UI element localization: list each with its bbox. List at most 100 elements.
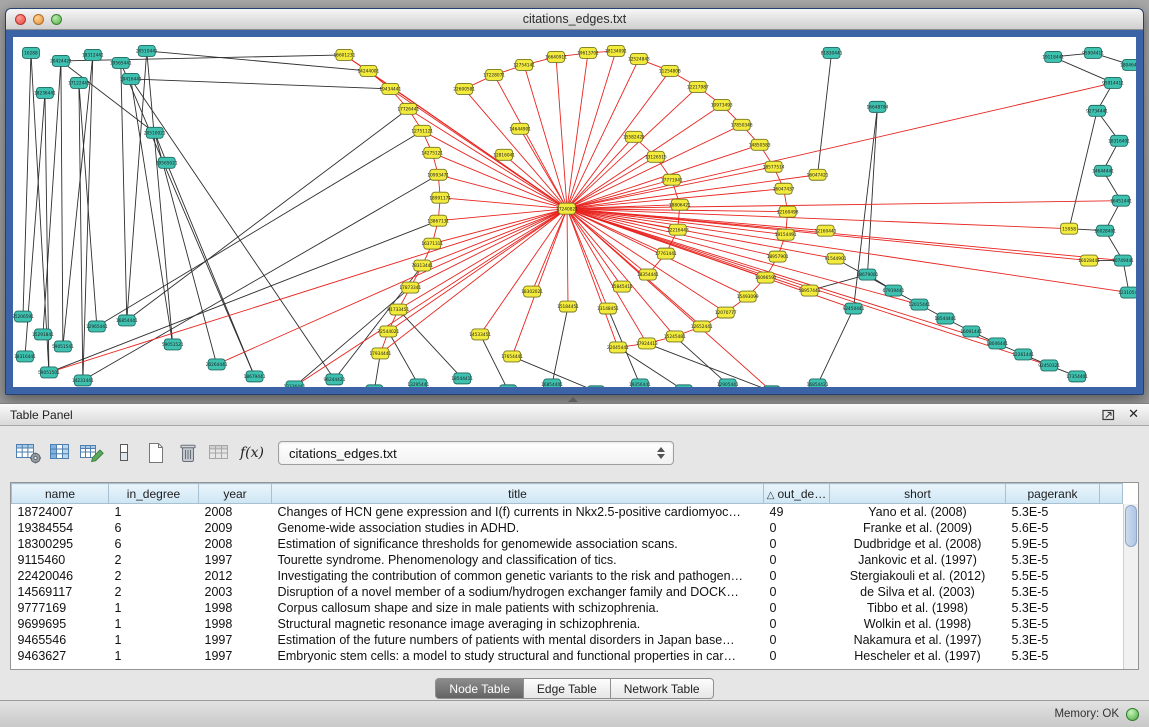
network-hub-node[interactable]: 17240821 (556, 203, 578, 214)
delete-button[interactable] (172, 438, 204, 468)
network-node[interactable]: 20264441 (206, 359, 228, 370)
network-node[interactable]: 17924413 (636, 338, 658, 349)
table-row[interactable]: 969969511998Structural magnetic resonanc… (12, 616, 1123, 632)
network-node[interactable]: 19613701 (577, 47, 599, 58)
table-row[interactable]: 1872400712008Changes of HCN gene express… (12, 504, 1123, 521)
network-node[interactable]: 18354441 (637, 269, 659, 280)
network-node[interactable]: 20510441 (136, 45, 158, 56)
network-node[interactable]: 17122441 (68, 77, 90, 88)
network-node[interactable]: 25206591 (13, 311, 34, 322)
network-node[interactable]: 67919441 (883, 285, 905, 296)
rows-button[interactable] (108, 438, 140, 468)
network-node[interactable]: 12524843 (628, 53, 650, 64)
network-node[interactable]: 16648794 (867, 101, 889, 112)
network-node[interactable]: 22600581 (453, 83, 475, 94)
table-row[interactable]: 911546021997Tourette syndrome. Phenomeno… (12, 552, 1123, 568)
network-node[interactable]: 12965441 (86, 321, 108, 332)
network-node[interactable]: 14231441 (72, 375, 94, 386)
network-node[interactable]: 18316401 (1108, 135, 1130, 146)
network-node[interactable]: 13295441 (407, 379, 429, 387)
table-scrollbar[interactable] (1123, 504, 1138, 669)
network-node[interactable]: 14850583 (749, 139, 771, 150)
network-node[interactable]: 17228071 (483, 69, 505, 80)
network-node[interactable]: 16854441 (116, 315, 138, 326)
network-node[interactable]: 17654441 (501, 351, 523, 362)
network-node[interactable]: 59051521 (162, 339, 184, 350)
network-node[interactable]: 58957441 (799, 285, 821, 296)
table-row[interactable]: 1830029562008Estimation of significance … (12, 536, 1123, 552)
network-node[interactable]: 12336441 (284, 381, 306, 387)
close-panel-icon[interactable]: ✕ (1128, 407, 1139, 422)
network-node[interactable]: 15958 (1061, 223, 1078, 234)
column-header-in_degree[interactable]: in_degree (109, 484, 199, 504)
network-node[interactable]: 19118441 (1042, 51, 1064, 62)
network-node[interactable]: 18544441 (934, 313, 956, 324)
network-node[interactable]: 16601231 (334, 49, 356, 60)
column-header-title[interactable]: title (272, 484, 764, 504)
network-node[interactable]: 17354441 (363, 385, 385, 387)
network-node[interactable]: 18046401 (1120, 59, 1136, 70)
network-node[interactable]: 16371311 (421, 238, 443, 249)
network-node[interactable]: 12816041 (493, 149, 515, 160)
network-node[interactable]: 13867131 (427, 215, 449, 226)
network-node[interactable]: 18544411 (451, 373, 473, 384)
network-node[interactable]: 18302021 (521, 286, 543, 297)
network-canvas[interactable]: 1724082112524843112548081221798710973493… (13, 37, 1136, 387)
column-header-year[interactable]: year (199, 484, 272, 504)
network-node[interactable]: 95904411 (1082, 47, 1104, 58)
table-row[interactable]: 2242004622012Investigating the contribut… (12, 568, 1123, 584)
network-node[interactable]: 18806421 (669, 199, 691, 210)
network-selector[interactable]: citations_edges.txt (278, 441, 674, 465)
network-node[interactable]: 12070777 (715, 307, 737, 318)
network-node[interactable]: 12905441 (717, 379, 739, 387)
column-header-pagerank[interactable]: pagerank (1006, 484, 1100, 504)
network-node[interactable]: 14533451 (469, 329, 491, 340)
network-node[interactable]: 16028441 (1078, 255, 1100, 266)
select-columns-button[interactable] (44, 438, 76, 468)
network-node[interactable]: 10993471 (427, 169, 449, 180)
network-node[interactable]: 13126515 (645, 151, 667, 162)
table-row[interactable]: 977716911998Corpus callosum shape and si… (12, 600, 1123, 616)
network-node[interactable]: 17934441 (369, 348, 391, 359)
network-node[interactable]: 18316441 (14, 351, 36, 362)
network-node[interactable]: 16096591 (755, 272, 777, 283)
network-node[interactable]: 12160498 (777, 206, 799, 217)
network-node[interactable]: 19565441 (110, 57, 132, 68)
network-node[interactable]: 92734441 (1086, 105, 1108, 116)
network-node[interactable]: 19565021 (156, 157, 178, 168)
network-node[interactable]: 16640911 (545, 51, 567, 62)
network-node[interactable]: 78313441 (411, 260, 433, 271)
network-node[interactable]: 15582421 (623, 131, 645, 142)
network-node[interactable]: 17726441 (397, 103, 419, 114)
network-node[interactable]: 96244421 (324, 374, 346, 385)
import-table-button[interactable] (204, 438, 236, 468)
zoom-window-button[interactable] (51, 14, 62, 25)
network-node[interactable]: 15845411 (611, 281, 633, 292)
network-node[interactable]: 15245481 (664, 331, 686, 342)
network-node[interactable]: 12217987 (687, 81, 709, 92)
window-titlebar[interactable]: citations_edges.txt (6, 9, 1143, 30)
network-node[interactable]: 14275121 (421, 147, 443, 158)
network-node[interactable]: 59051541 (52, 341, 74, 352)
minimize-window-button[interactable] (33, 14, 44, 25)
network-node[interactable]: 12751121 (411, 125, 433, 136)
network-node[interactable]: 12216443 (667, 224, 689, 235)
network-node[interactable]: 91733451 (387, 304, 409, 315)
network-node[interactable]: 12310544 (1118, 287, 1136, 298)
network-node[interactable]: 19416441 (120, 73, 142, 84)
network-node[interactable]: 18991171 (429, 192, 451, 203)
network-node[interactable]: 16854401 (541, 379, 563, 387)
network-node[interactable]: 95914411 (1102, 77, 1124, 88)
network-node[interactable]: 15291841 (32, 329, 54, 340)
edit-columns-button[interactable] (76, 438, 108, 468)
network-node[interactable]: 20510021 (144, 127, 166, 138)
network-node[interactable]: 16028401 (1094, 225, 1116, 236)
network-node[interactable]: 18957901 (767, 251, 789, 262)
network-node[interactable]: 12754141 (513, 59, 535, 70)
network-node[interactable]: 12299441 (497, 385, 519, 387)
table-row[interactable]: 946554611997Estimation of the future num… (12, 632, 1123, 648)
function-builder-button[interactable]: f(x) (236, 438, 268, 468)
network-node[interactable]: 16047421 (807, 169, 829, 180)
network-node[interactable]: 72544021 (377, 326, 399, 337)
network-node[interactable]: 20424421 (50, 55, 72, 66)
